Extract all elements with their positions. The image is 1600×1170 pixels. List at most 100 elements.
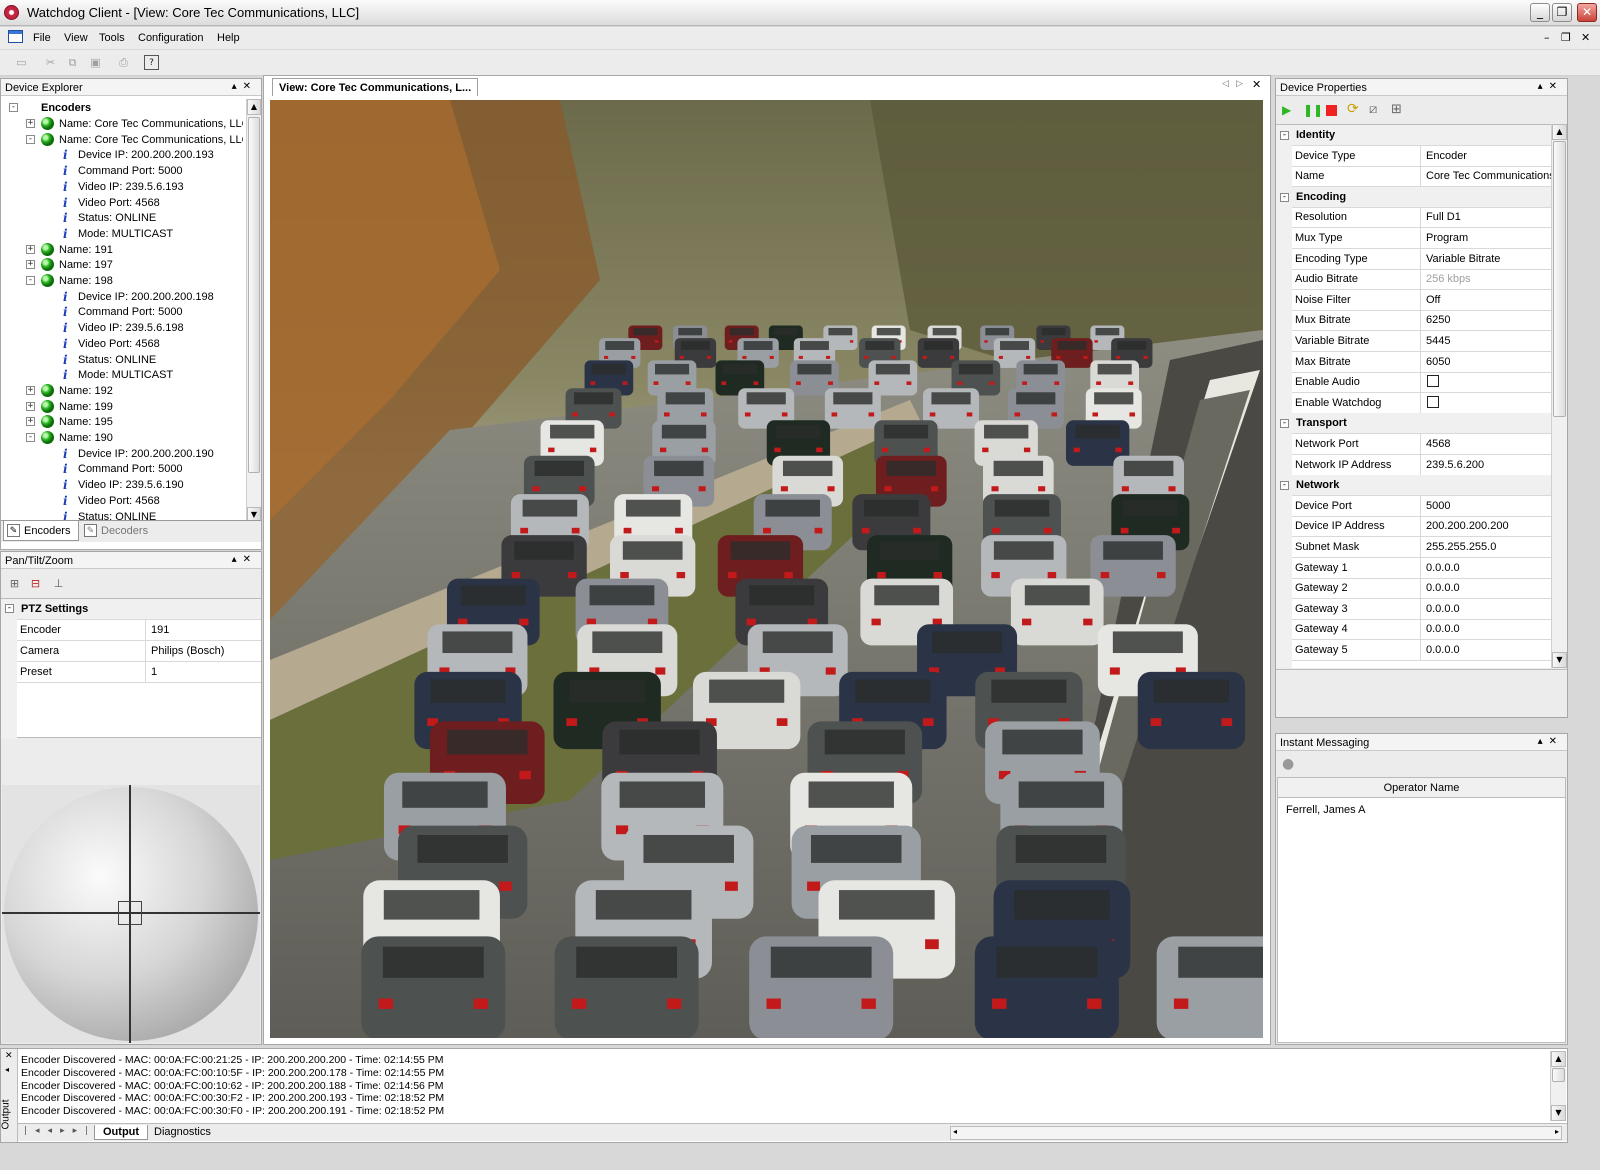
grid-icon[interactable]: ⊞ — [1391, 102, 1402, 117]
property-row[interactable]: Audio Bitrate 256 kbps — [1292, 269, 1551, 291]
ptz-delete-icon[interactable]: ⊟ — [28, 576, 43, 591]
property-row[interactable]: Noise Filter Off — [1292, 289, 1551, 311]
property-value[interactable]: 0.0.0.0 — [1423, 640, 1551, 660]
new-icon[interactable]: ▭ — [14, 55, 29, 70]
property-value[interactable]: Core Tec Communications — [1423, 166, 1551, 186]
property-value[interactable]: 0.0.0.0 — [1423, 578, 1551, 598]
tab-diagnostics[interactable]: Diagnostics — [148, 1126, 217, 1138]
tab-scroll-right-icon[interactable]: ▷ — [1236, 79, 1243, 89]
property-value[interactable]: 0.0.0.0 — [1423, 599, 1551, 619]
property-value[interactable] — [1423, 393, 1551, 413]
ptz-joystick-area[interactable] — [2, 785, 260, 1043]
output-hscrollbar[interactable]: ◂ ▸ — [950, 1126, 1562, 1140]
ptz-row-encoder[interactable]: Encoder 191 — [17, 620, 261, 641]
panel-close-icon[interactable]: ✕ — [1549, 736, 1563, 747]
property-value[interactable]: 0.0.0.0 — [1423, 558, 1551, 578]
ptz-row-preset[interactable]: Preset 1 — [17, 662, 261, 683]
stop-icon[interactable] — [1326, 105, 1337, 116]
property-row[interactable]: Gateway 3 0.0.0.0 — [1292, 598, 1551, 620]
help-icon[interactable]: ? — [144, 55, 159, 70]
user-icon[interactable]: ● — [1282, 756, 1294, 772]
paste-icon[interactable]: ▣ — [88, 55, 103, 70]
expand-icon[interactable]: + — [26, 417, 35, 427]
pause-icon[interactable]: ❚❚ — [1303, 103, 1323, 117]
mdi-close-icon[interactable]: ✕ — [1581, 31, 1590, 44]
property-value[interactable]: Variable Bitrate — [1423, 249, 1551, 269]
ptz-joystick-icon[interactable]: ⊥ — [51, 576, 66, 591]
ptz-row-camera[interactable]: Camera Philips (Bosch) — [17, 641, 261, 662]
property-category[interactable]: Identity — [1292, 125, 1551, 146]
property-row[interactable]: Resolution Full D1 — [1292, 207, 1551, 229]
collapse-icon[interactable]: - — [1280, 131, 1289, 140]
property-row[interactable]: Mux Bitrate 6250 — [1292, 310, 1551, 332]
menu-file[interactable]: File — [33, 32, 51, 44]
scroll-up-arrow[interactable]: ▲ — [1551, 1051, 1566, 1067]
property-category[interactable]: Network — [1292, 475, 1551, 497]
property-value[interactable]: 0.0.0.0 — [1423, 619, 1551, 639]
print-icon[interactable]: ⎙ — [116, 55, 131, 70]
property-value[interactable]: 191 — [148, 620, 261, 640]
property-row[interactable]: Gateway 2 0.0.0.0 — [1292, 578, 1551, 600]
scroll-thumb[interactable] — [1552, 1068, 1565, 1082]
property-row[interactable]: Device IP Address 200.200.200.200 — [1292, 516, 1551, 538]
property-row[interactable]: Network IP Address 239.5.6.200 — [1292, 454, 1551, 476]
maximize-button[interactable]: ❐ — [1552, 3, 1572, 22]
view-close-icon[interactable]: ✕ — [1252, 78, 1261, 91]
panel-close-icon[interactable]: ✕ — [243, 554, 257, 565]
scroll-up-arrow[interactable]: ▲ — [247, 99, 261, 115]
menu-help[interactable]: Help — [217, 32, 240, 44]
property-value[interactable]: 6050 — [1423, 352, 1551, 372]
menu-view[interactable]: View — [64, 32, 88, 44]
property-row[interactable]: Subnet Mask 255.255.255.0 — [1292, 537, 1551, 558]
property-value[interactable]: 255.255.255.0 — [1423, 537, 1551, 557]
property-row[interactable]: Device Type Encoder — [1292, 145, 1551, 167]
scroll-up-arrow[interactable]: ▲ — [1552, 124, 1567, 140]
property-value[interactable]: Encoder — [1423, 146, 1551, 166]
collapse-icon[interactable]: - — [9, 103, 18, 112]
operator-item[interactable]: Ferrell, James A — [1286, 804, 1365, 816]
output-close-icon[interactable]: ✕ — [5, 1051, 13, 1061]
property-value[interactable]: Off — [1423, 290, 1551, 310]
menu-configuration[interactable]: Configuration — [138, 32, 203, 44]
expand-icon[interactable]: + — [26, 260, 35, 270]
property-row[interactable]: Gateway 1 0.0.0.0 — [1292, 557, 1551, 579]
panel-pin-icon[interactable]: ▴ — [1538, 81, 1549, 92]
scroll-right-arrow[interactable]: ▸ — [1555, 1127, 1559, 1136]
property-value[interactable]: 1 — [148, 662, 261, 682]
property-row[interactable]: Name Core Tec Communications — [1292, 166, 1551, 188]
property-category[interactable]: Transport — [1292, 413, 1551, 435]
property-row[interactable]: Network Port 4568 — [1292, 434, 1551, 455]
collapse-icon[interactable]: - — [26, 134, 35, 144]
collapse-icon[interactable]: - — [1280, 419, 1289, 429]
mdi-minimize-icon[interactable]: – — [1544, 31, 1550, 44]
property-value[interactable]: Full D1 — [1423, 207, 1551, 227]
property-row[interactable]: Variable Bitrate 5445 — [1292, 331, 1551, 352]
panel-close-icon[interactable]: ✕ — [243, 81, 257, 92]
copy-icon[interactable]: ⧉ — [65, 55, 80, 70]
property-value[interactable]: 256 kbps — [1423, 269, 1551, 289]
tree-scrollbar[interactable]: ▲ ▼ — [246, 99, 261, 523]
close-button[interactable]: ✕ — [1577, 3, 1597, 22]
panel-close-icon[interactable]: ✕ — [1549, 81, 1563, 92]
view-tab[interactable]: View: Core Tec Communications, L... — [272, 78, 479, 96]
property-category[interactable]: Encoding — [1292, 186, 1551, 208]
minimize-button[interactable]: _ — [1530, 3, 1550, 22]
output-scrollbar[interactable]: ▲ ▼ — [1550, 1051, 1566, 1121]
tab-scroll-left-icon[interactable]: ◁ — [1222, 79, 1229, 89]
property-row[interactable]: Device Port 5000 — [1292, 495, 1551, 517]
property-checkbox[interactable] — [1427, 375, 1439, 388]
property-value[interactable]: Program — [1423, 228, 1551, 248]
expand-icon[interactable]: + — [26, 385, 35, 395]
panel-pin-icon[interactable]: ▴ — [1538, 736, 1549, 747]
cut-icon[interactable]: ✂ — [43, 55, 58, 70]
collapse-icon[interactable]: - — [1280, 481, 1289, 491]
ptz-add-icon[interactable]: ⊞ — [7, 576, 22, 591]
collapse-icon[interactable]: - — [26, 433, 35, 442]
scroll-thumb[interactable] — [248, 117, 260, 473]
menu-tools[interactable]: Tools — [99, 32, 125, 44]
tab-encoders[interactable]: ✎ Encoders — [3, 521, 79, 541]
panel-pin-icon[interactable]: ▴ — [232, 81, 243, 92]
property-value[interactable]: 5000 — [1423, 496, 1551, 516]
property-row[interactable]: Enable Watchdog — [1292, 392, 1551, 414]
property-row[interactable]: Gateway 4 0.0.0.0 — [1292, 619, 1551, 641]
